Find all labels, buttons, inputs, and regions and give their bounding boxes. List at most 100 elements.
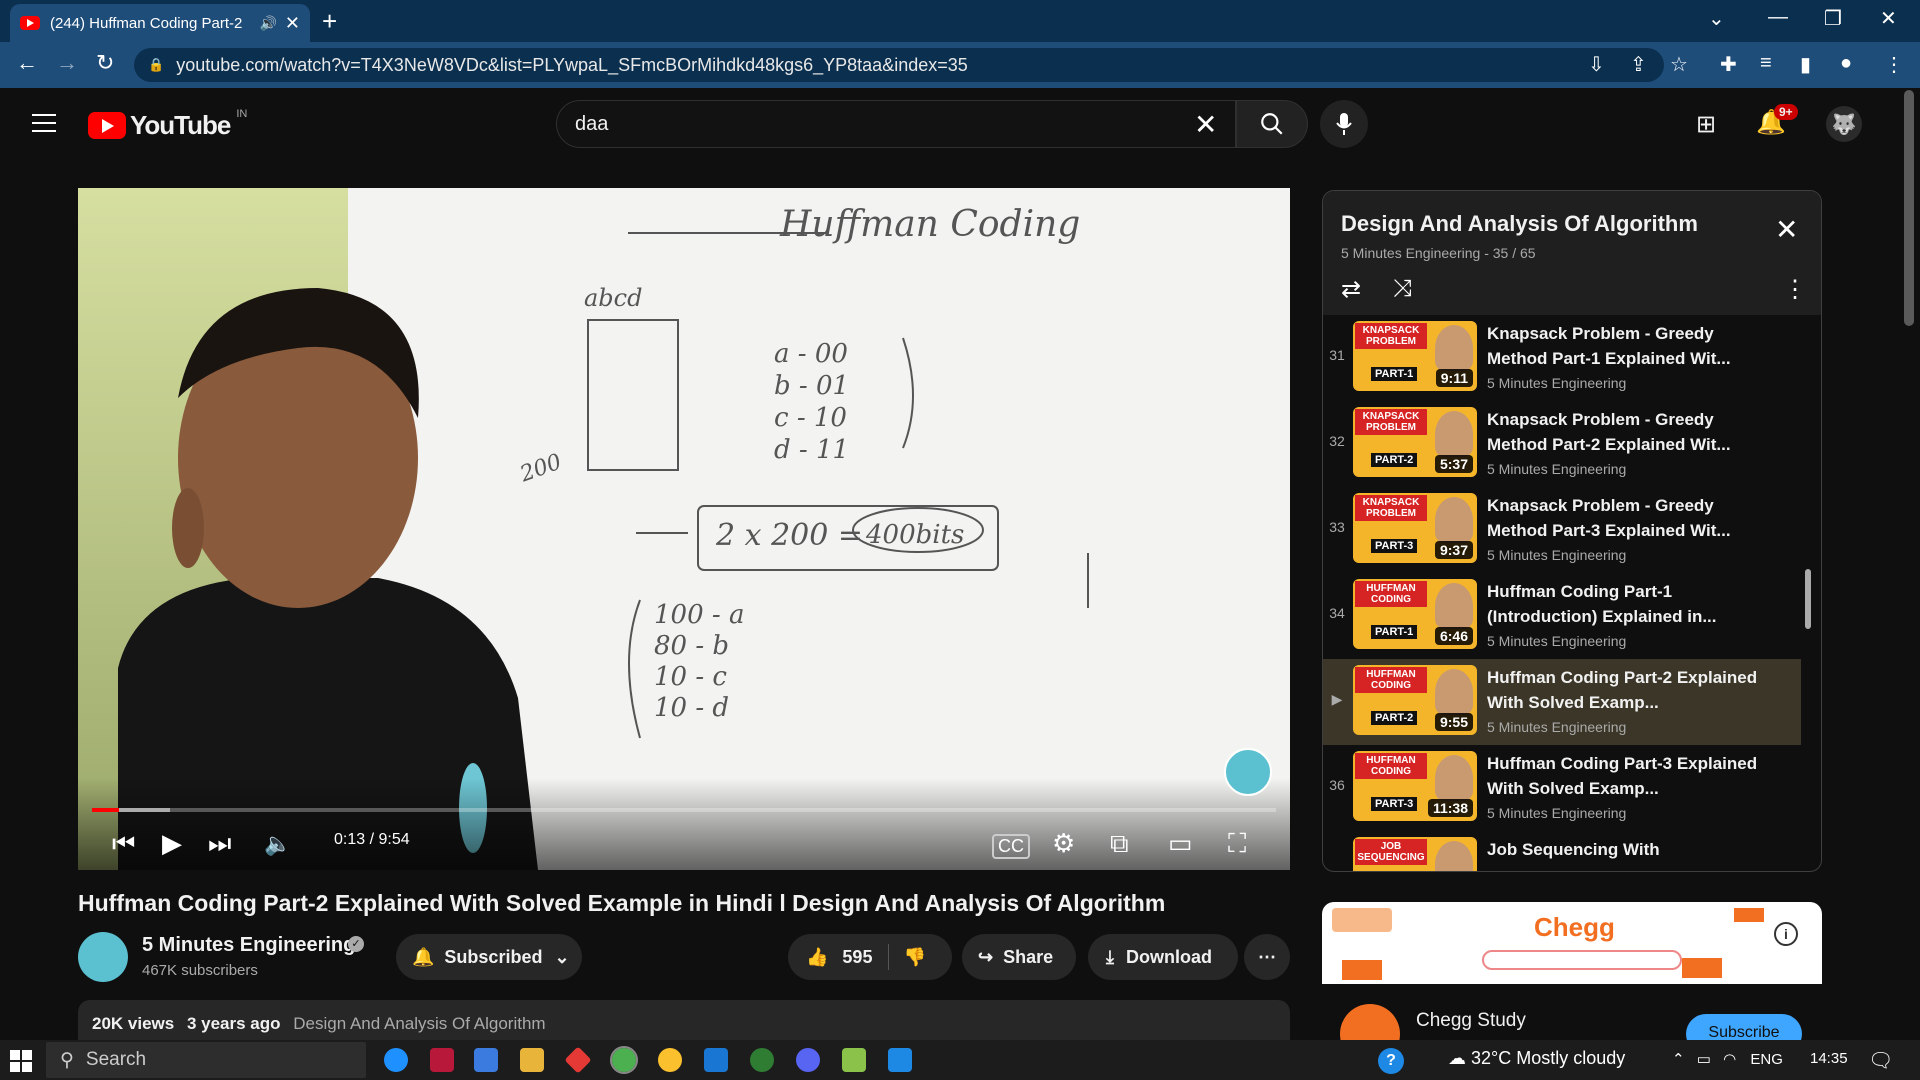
ad-advertiser[interactable]: Chegg Study (1416, 1010, 1526, 1032)
address-bar[interactable]: 🔒 youtube.com/watch?v=T4X3NeW8VDc&list=P… (134, 48, 1664, 82)
volume-icon[interactable]: 🔈 (264, 831, 291, 857)
playlist-item[interactable]: ▶ HUFFMAN CODING PART-2 9:55 Huffman Coding … (1323, 659, 1801, 745)
youtube-play-logo-icon (88, 112, 126, 139)
reload-icon[interactable]: ↻ (96, 50, 114, 76)
clear-search-icon[interactable]: ✕ (1194, 108, 1217, 141)
settings-gear-icon[interactable]: ⚙ (1052, 828, 1075, 859)
playlist-title[interactable]: Design And Analysis Of Algorithm (1341, 211, 1698, 237)
speaker-icon[interactable]: 🔊 (259, 15, 276, 32)
playlist-thumbnail[interactable]: KNAPSACK PROBLEM PART-2 5:37 (1353, 407, 1477, 477)
media-control-icon[interactable]: ≡ (1760, 52, 1772, 75)
file-explorer-icon[interactable] (520, 1048, 544, 1072)
voice-search-button[interactable] (1320, 100, 1368, 148)
verified-badge-icon: ✓ (348, 936, 364, 952)
more-actions-button[interactable]: ⋯ (1244, 934, 1290, 980)
miniplayer-icon[interactable]: ⧉ (1110, 828, 1129, 860)
share-page-icon[interactable]: ⇪ (1630, 52, 1647, 77)
close-window-button[interactable]: ✕ (1880, 6, 1897, 31)
profile-avatar-icon[interactable]: ● (1840, 52, 1852, 75)
clock[interactable]: 14:35 (1810, 1050, 1848, 1067)
ad-info-icon[interactable]: i (1774, 922, 1798, 946)
playlist-item[interactable]: 34 HUFFMAN CODING PART-1 6:46 Huffman Coding… (1323, 573, 1801, 659)
page-scrollbar[interactable] (1904, 90, 1914, 326)
search-button[interactable] (1236, 100, 1308, 148)
browser-tab[interactable]: (244) Huffman Coding Part-2 🔊 ✕ (10, 4, 310, 42)
vscode-icon[interactable] (888, 1048, 912, 1072)
close-playlist-icon[interactable]: ✕ (1775, 213, 1798, 246)
previous-icon[interactable]: ⏮ (112, 828, 135, 860)
playlist-thumbnail[interactable]: KNAPSACK PROBLEM PART-1 9:11 (1353, 321, 1477, 391)
side-panel-icon[interactable]: ▮ (1800, 52, 1811, 77)
edge-icon[interactable] (384, 1048, 408, 1072)
notification-center-icon[interactable]: 🗨 (1868, 1048, 1893, 1073)
tab-search-icon[interactable]: ⌄ (1708, 6, 1725, 31)
bookmark-star-icon[interactable]: ☆ (1670, 52, 1688, 77)
extensions-puzzle-icon[interactable]: ✚ (1720, 52, 1737, 77)
progress-bar[interactable] (92, 808, 1276, 812)
like-button[interactable]: 👍 595 (806, 947, 872, 968)
new-tab-button[interactable]: + (322, 6, 337, 37)
subscribed-button[interactable]: 🔔 Subscribed ⌄ (396, 934, 582, 980)
chrome-icon[interactable] (610, 1046, 638, 1074)
playlist-item[interactable]: 31 KNAPSACK PROBLEM PART-1 9:11 Knapsack Pro… (1323, 315, 1801, 401)
forward-arrow-icon[interactable]: → (56, 50, 78, 76)
channel-watermark[interactable] (1224, 748, 1272, 796)
video-player[interactable]: Huffman Coding abcd 200 a - 00 b - 01 c … (78, 188, 1290, 870)
next-icon[interactable]: ⏭ (208, 828, 231, 860)
playlist-thumbnail[interactable]: KNAPSACK PROBLEM PART-3 9:37 (1353, 493, 1477, 563)
close-tab-icon[interactable]: ✕ (285, 13, 300, 34)
shuffle-icon[interactable]: ⤨ (1393, 275, 1412, 303)
back-arrow-icon[interactable]: ← (16, 50, 38, 76)
channel-name[interactable]: 5 Minutes Engineering (142, 934, 355, 957)
playlist-item-index: 34 (1329, 605, 1345, 621)
loop-icon[interactable]: ⇄ (1341, 275, 1361, 304)
git-icon[interactable] (564, 1046, 592, 1074)
playlist-thumbnail[interactable]: HUFFMAN CODING PART-1 6:46 (1353, 579, 1477, 649)
play-icon[interactable]: ▶ (162, 828, 182, 859)
hamburger-menu-icon[interactable] (32, 114, 56, 132)
ad-decoration (1332, 908, 1392, 932)
store-icon[interactable] (474, 1048, 498, 1072)
system-tray[interactable]: ⌃ ▭ ◠ ENG (1672, 1050, 1783, 1068)
app-icon[interactable] (842, 1048, 866, 1072)
channel-avatar[interactable] (78, 932, 128, 982)
playlist-link[interactable]: Design And Analysis Of Algorithm (293, 1014, 545, 1033)
create-video-icon[interactable]: ⊞ (1696, 110, 1716, 139)
install-icon[interactable]: ⇩ (1588, 52, 1605, 77)
xbox-icon[interactable] (750, 1048, 774, 1072)
weather-widget[interactable]: ☁ 32°C Mostly cloudy (1448, 1048, 1625, 1069)
playlist-menu-icon[interactable]: ⋮ (1783, 275, 1807, 304)
playlist-thumbnail[interactable]: HUFFMAN CODING PART-2 9:55 (1353, 665, 1477, 735)
share-button[interactable]: ↪ Share (962, 934, 1076, 980)
mail-icon[interactable] (430, 1048, 454, 1072)
restore-button[interactable]: ❐ (1824, 6, 1842, 31)
playlist-item[interactable]: 32 KNAPSACK PROBLEM PART-2 5:37 Knapsack Pro… (1323, 401, 1801, 487)
help-icon[interactable]: ? (1378, 1048, 1404, 1074)
account-avatar[interactable]: 🐺 (1826, 106, 1862, 142)
outlook-icon[interactable] (704, 1048, 728, 1072)
playlist-thumbnail[interactable]: HUFFMAN CODING PART-3 11:38 (1353, 751, 1477, 821)
ad-banner[interactable]: Chegg i (1322, 902, 1822, 984)
playlist-thumbnail[interactable]: JOB SEQUENCING (1353, 837, 1477, 871)
fullscreen-icon[interactable]: ⛶ (1228, 828, 1246, 860)
youtube-logo[interactable]: YouTube IN (88, 108, 247, 141)
chrome-menu-icon[interactable]: ⋮ (1884, 52, 1904, 77)
discord-icon[interactable] (796, 1048, 820, 1072)
chrome-alt-icon[interactable] (658, 1048, 682, 1072)
windows-start-icon[interactable] (10, 1050, 32, 1072)
download-button[interactable]: ⤓ Download (1088, 934, 1238, 980)
playlist-item-channel: 5 Minutes Engineering (1487, 633, 1627, 649)
playlist-item[interactable]: 36 HUFFMAN CODING PART-3 11:38 Huffman Codin… (1323, 745, 1801, 831)
playlist-scrollbar[interactable] (1805, 569, 1811, 629)
dislike-button[interactable]: 👎 (903, 947, 925, 968)
playlist-item-index: 31 (1329, 347, 1345, 363)
search-input[interactable]: daa (556, 100, 1236, 148)
playlist-item[interactable]: JOB SEQUENCING Job Sequencing With (1323, 831, 1801, 871)
theater-mode-icon[interactable]: ▭ (1168, 828, 1193, 859)
subtitles-cc-icon[interactable]: CC (992, 834, 1030, 859)
taskbar-search-input[interactable]: ⚲ Search (46, 1042, 366, 1078)
minimize-button[interactable]: — (1768, 6, 1788, 29)
youtube-header: YouTube IN daa ✕ ⊞ 🔔 9+ 🐺 (0, 88, 1920, 160)
thumbnail-heading: KNAPSACK PROBLEM (1355, 409, 1427, 435)
playlist-item[interactable]: 33 KNAPSACK PROBLEM PART-3 9:37 Knapsack Pro… (1323, 487, 1801, 573)
